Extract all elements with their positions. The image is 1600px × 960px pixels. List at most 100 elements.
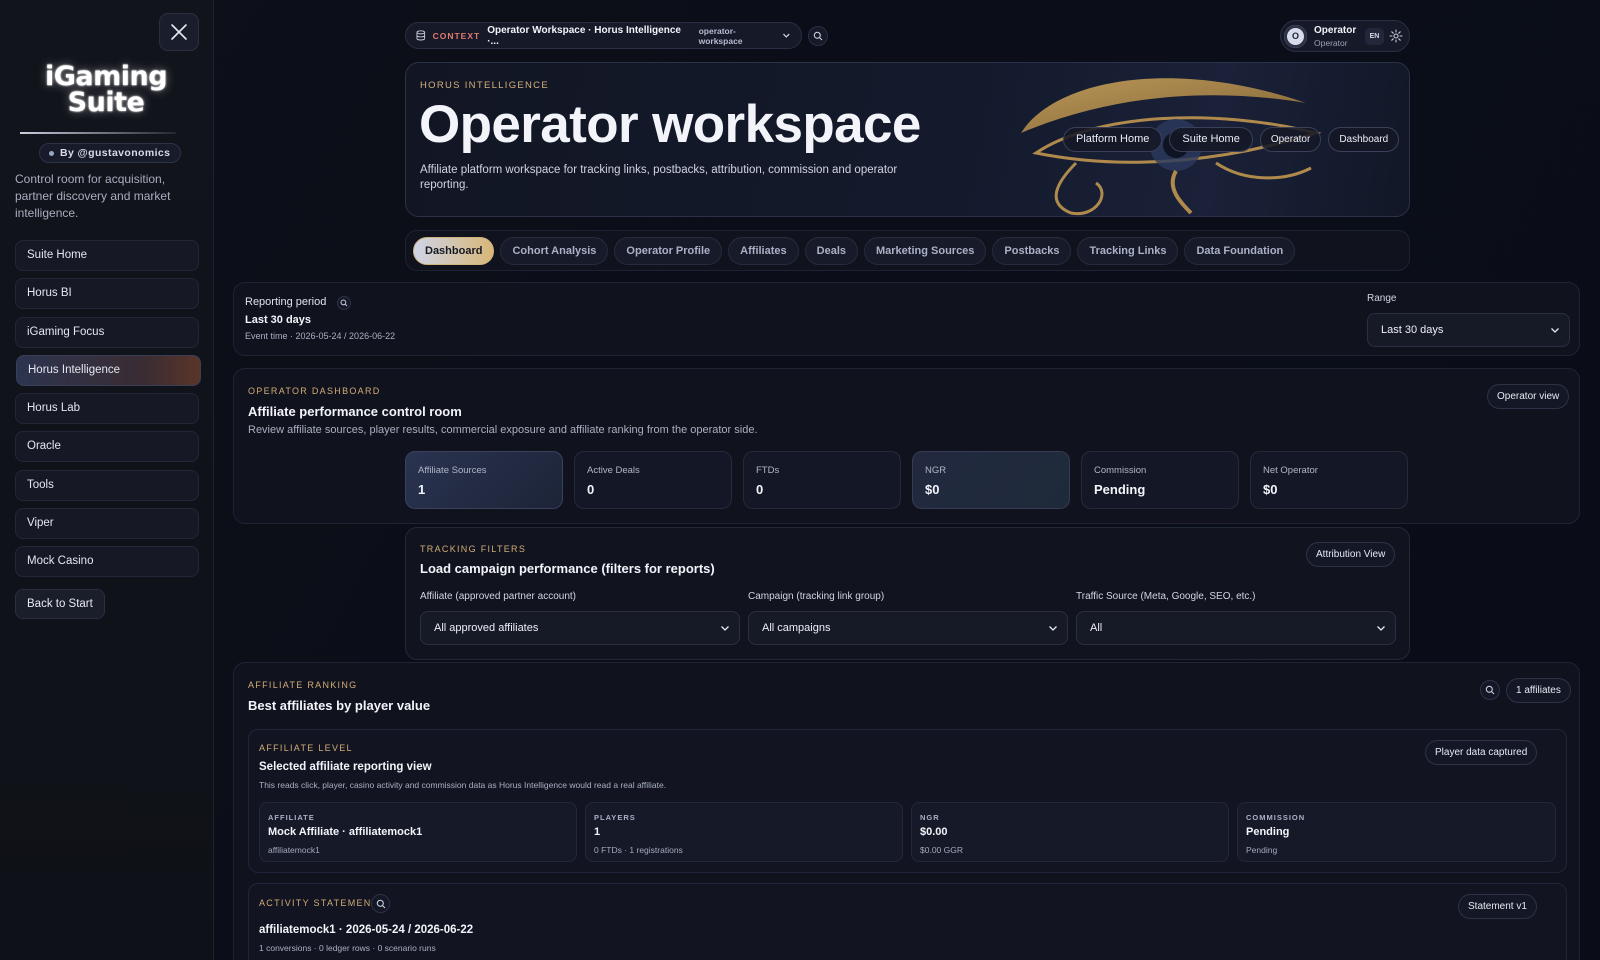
breadcrumb-platform-home[interactable]: Platform Home: [1063, 127, 1163, 152]
dashboard-description: Review affiliate sources, player results…: [248, 424, 758, 436]
breadcrumb-operator[interactable]: Operator: [1259, 127, 1322, 152]
sidebar-item-suite-home[interactable]: Suite Home: [15, 240, 199, 271]
cell-sub: $0.00 GGR: [920, 845, 963, 855]
kpi-label: Active Deals: [587, 465, 640, 476]
context-selector[interactable]: CONTEXT Operator Workspace · Horus Intel…: [405, 22, 802, 49]
activity-statement-title: affiliatemock1 · 2026-05-24 / 2026-06-22: [259, 924, 474, 936]
context-label: CONTEXT: [432, 30, 481, 41]
sidebar-item-horus-lab[interactable]: Horus Lab: [15, 393, 199, 425]
back-to-start-button[interactable]: Back to Start: [15, 589, 105, 619]
operator-view-button[interactable]: Operator view: [1487, 384, 1570, 409]
affiliate-level-description: This reads click, player, casino activit…: [259, 780, 667, 790]
close-sidebar-button[interactable]: [159, 13, 199, 51]
chevron-down-icon: [1377, 626, 1385, 631]
context-title: Operator Workspace · Horus Intelligence …: [487, 24, 681, 47]
breadcrumb-dashboard[interactable]: Dashboard: [1328, 127, 1400, 152]
sidebar-item-oracle[interactable]: Oracle: [15, 431, 199, 463]
kpi-value: $0: [925, 482, 940, 497]
affiliate-ranking-panel: AFFILIATE RANKING Best affiliates by pla…: [233, 662, 1580, 960]
chevron-down-icon: [1551, 328, 1559, 333]
affiliate-level-card: AFFILIATE LEVEL Selected affiliate repor…: [248, 729, 1567, 873]
language-toggle[interactable]: EN: [1365, 28, 1384, 45]
ranking-eyebrow: AFFILIATE RANKING: [248, 680, 358, 690]
tab-cohort-analysis[interactable]: Cohort Analysis: [500, 237, 609, 265]
tab-postbacks[interactable]: Postbacks: [992, 237, 1072, 265]
campaign-select-value: All campaigns: [762, 622, 831, 634]
hero-description: Affiliate platform workspace for trackin…: [420, 164, 898, 191]
attribution-view-button[interactable]: Attribution View: [1306, 542, 1396, 567]
reporting-period-label: Reporting period: [245, 296, 327, 308]
sidebar-item-horus-bi[interactable]: Horus BI: [15, 278, 199, 310]
author-badge[interactable]: By @gustavonomics: [39, 143, 182, 163]
user-name: Operator: [1314, 25, 1357, 36]
brand-divider: [20, 132, 176, 134]
campaign-select[interactable]: All campaigns: [748, 611, 1068, 645]
sidebar-item-mock-casino[interactable]: Mock Casino: [15, 546, 199, 578]
cell-label: AFFILIATE: [268, 813, 315, 822]
ngr-cell: NGR $0.00 $0.00 GGR: [911, 802, 1229, 862]
tab-marketing-sources[interactable]: Marketing Sources: [864, 237, 987, 265]
operator-dashboard-panel: OPERATOR DASHBOARD Affiliate performance…: [233, 368, 1580, 524]
hero-eyebrow: HORUS INTELLIGENCE: [420, 80, 549, 91]
brand-logo: iGaming Suite: [20, 63, 192, 116]
cell-sub: 0 FTDs · 1 registrations: [594, 845, 683, 855]
cell-value: 1: [594, 826, 601, 838]
tab-affiliates[interactable]: Affiliates: [728, 237, 799, 265]
sidebar-item-horus-intelligence[interactable]: Horus Intelligence: [16, 354, 201, 386]
tab-data-foundation[interactable]: Data Foundation: [1184, 237, 1296, 265]
search-icon[interactable]: [337, 296, 351, 310]
reporting-period-value: Last 30 days: [245, 314, 312, 326]
range-select-value: Last 30 days: [1381, 324, 1444, 336]
cell-value: Pending: [1246, 826, 1290, 838]
kpi-affiliate-sources[interactable]: Affiliate Sources 1: [405, 451, 563, 509]
kpi-active-deals[interactable]: Active Deals 0: [574, 451, 732, 509]
tab-operator-profile[interactable]: Operator Profile: [614, 237, 723, 265]
filters-title: Load campaign performance (filters for r…: [420, 561, 715, 576]
user-menu[interactable]: O Operator Operator EN: [1280, 20, 1410, 52]
kpi-label: NGR: [925, 465, 947, 476]
affiliate-select[interactable]: All approved affiliates: [420, 611, 740, 645]
close-icon: [171, 24, 187, 40]
traffic-source-select[interactable]: All: [1076, 611, 1396, 645]
sidebar-tagline: Control room for acquisition, partner di…: [15, 172, 171, 220]
cell-sub: affiliatemock1: [268, 845, 320, 855]
commission-cell: COMMISSION Pending Pending: [1237, 802, 1556, 862]
kpi-label: Affiliate Sources: [418, 465, 487, 476]
search-icon: [1485, 685, 1495, 695]
workspace-tabs: Dashboard Cohort Analysis Operator Profi…: [405, 230, 1410, 271]
statement-version-badge: Statement v1: [1458, 894, 1537, 919]
affiliate-level-eyebrow: AFFILIATE LEVEL: [259, 743, 353, 753]
players-cell: PLAYERS 1 0 FTDs · 1 registrations: [585, 802, 903, 862]
affiliate-cell: AFFILIATE Mock Affiliate · affiliatemock…: [259, 802, 577, 862]
kpi-value: Pending: [1094, 482, 1146, 497]
page-title: Operator workspace: [419, 95, 921, 154]
range-select[interactable]: Last 30 days: [1367, 313, 1570, 347]
kpi-commission[interactable]: Commission Pending: [1081, 451, 1239, 509]
kpi-ngr[interactable]: NGR $0: [912, 451, 1070, 509]
search-icon: [376, 899, 385, 908]
tab-dashboard[interactable]: Dashboard: [413, 237, 495, 265]
player-data-captured-badge: Player data captured: [1425, 740, 1538, 765]
cell-value: Mock Affiliate · affiliatemock1: [268, 826, 423, 838]
tab-deals[interactable]: Deals: [804, 237, 858, 265]
kpi-value: 0: [756, 482, 764, 497]
range-label: Range: [1367, 293, 1397, 304]
affiliate-filter-label: Affiliate (approved partner account): [420, 591, 577, 602]
ranking-search-button[interactable]: [1480, 680, 1500, 700]
kpi-ftds[interactable]: FTDs 0: [743, 451, 901, 509]
sidebar-item-viper[interactable]: Viper: [15, 508, 199, 540]
sidebar-nav: Suite Home Horus BI iGaming Focus Horus …: [15, 240, 201, 585]
activity-statement-eyebrow: ACTIVITY STATEMENT: [259, 898, 379, 908]
sidebar-item-igaming-focus[interactable]: iGaming Focus: [15, 316, 199, 348]
tab-tracking-links[interactable]: Tracking Links: [1077, 237, 1179, 265]
chevron-down-icon: [721, 626, 729, 631]
gear-icon[interactable]: [1389, 29, 1403, 43]
context-search-button[interactable]: [808, 26, 828, 46]
breadcrumb-suite-home[interactable]: Suite Home: [1169, 127, 1253, 152]
tracking-filters-panel: TRACKING FILTERS Load campaign performan…: [405, 527, 1410, 660]
kpi-net-operator[interactable]: Net Operator $0: [1250, 451, 1408, 509]
statement-search-button[interactable]: [371, 894, 390, 913]
chevron-down-icon: [783, 33, 790, 38]
sidebar-item-tools[interactable]: Tools: [15, 469, 199, 501]
kpi-value: $0: [1263, 482, 1278, 497]
